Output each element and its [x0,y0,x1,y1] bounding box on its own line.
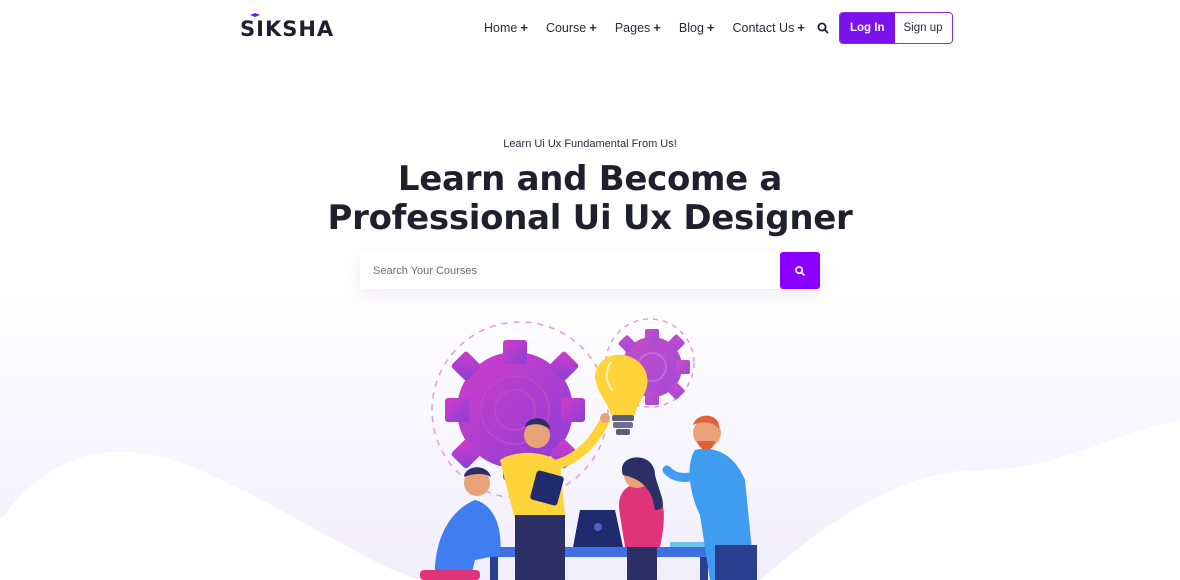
auth-buttons: Log In Sign up [839,12,953,44]
plus-icon: + [589,20,597,35]
signup-button[interactable]: Sign up [894,13,952,43]
search-icon [795,265,805,276]
plus-icon: + [653,20,661,35]
logo-text: SIKSHA [240,17,335,41]
nav-item-home[interactable]: Home + [484,20,528,35]
site-header: SIKSHA Home + Course + Pages + Blog + Co… [0,0,1180,56]
hero-headline: Learn and Become a Professional Ui Ux De… [327,159,853,238]
hero-tagline: Learn Ui Ux Fundamental From Us! [503,138,677,150]
nav-item-pages[interactable]: Pages + [615,20,661,35]
course-search-input[interactable] [360,252,780,289]
plus-icon: + [797,20,805,35]
graduation-cap-icon [250,13,260,17]
plus-icon: + [520,20,528,35]
plus-icon: + [706,20,715,35]
nav-label: Contact Us [732,20,795,35]
login-button[interactable]: Log In [840,13,895,43]
nav-label: Blog [678,20,704,35]
nav-label: Course [545,20,587,35]
nav-item-contact-us[interactable]: Contact Us + [733,20,805,35]
nav-item-course[interactable]: Course + [546,20,597,35]
nav-item-blog[interactable]: Blog + [679,20,715,35]
header-search-button[interactable] [815,20,831,36]
nav-label: Pages [614,20,651,35]
search-icon [817,22,829,34]
hero-illustration [420,318,757,580]
main-nav: Home + Course + Pages + Blog + Contact U… [484,20,805,35]
course-search-submit-button[interactable] [780,252,820,289]
site-logo[interactable]: SIKSHA [240,13,335,41]
course-search [360,252,820,289]
nav-label: Home [484,20,518,35]
